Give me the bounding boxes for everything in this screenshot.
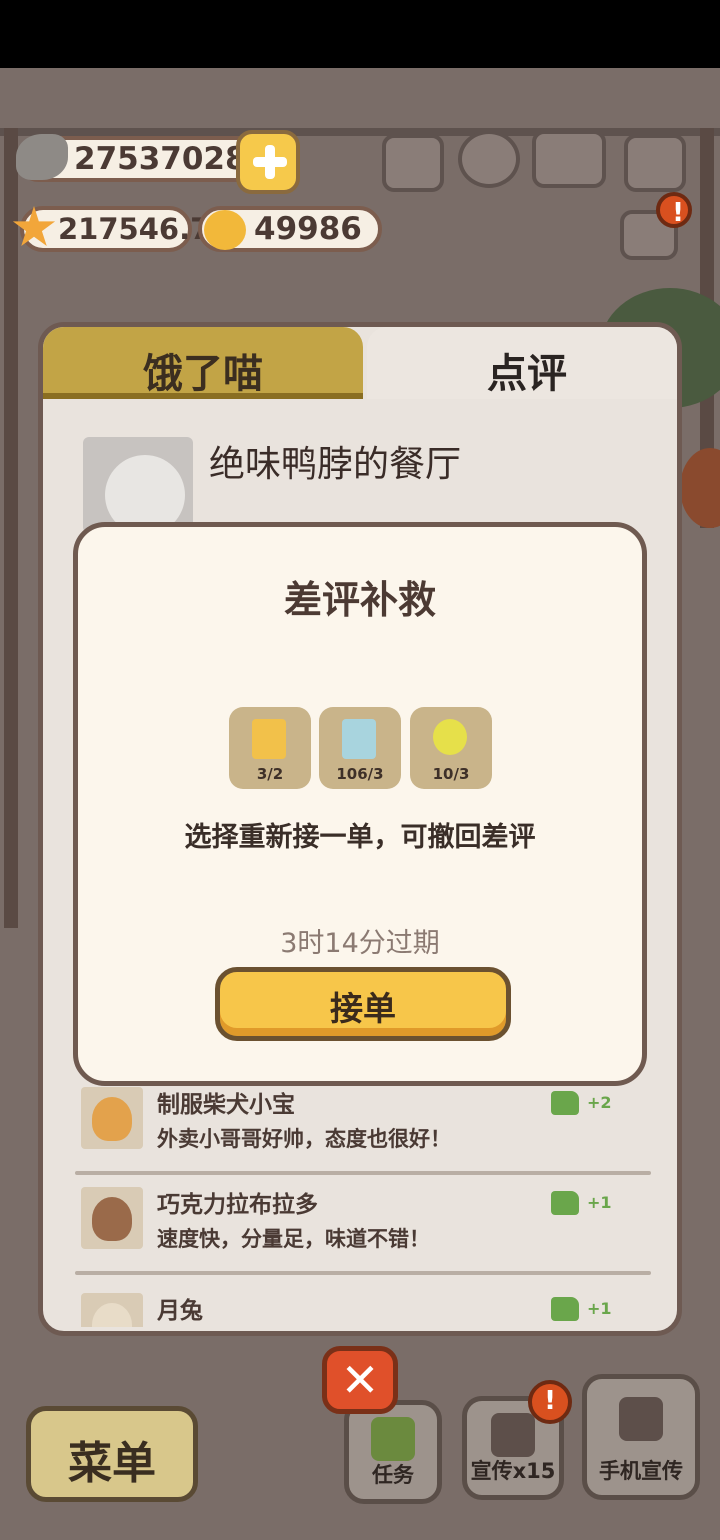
ingredient-slot: 106/3 — [319, 707, 401, 789]
review-divider — [75, 1171, 651, 1175]
dialog-title: 差评补救 — [283, 578, 436, 622]
review-divider — [75, 1271, 651, 1275]
review-text: 速度快，分量足，味道不错！ — [157, 1227, 430, 1251]
labrador-dog-icon — [92, 1197, 132, 1241]
juice-carton-icon — [252, 719, 286, 759]
ingredient-count: 3/2 — [256, 765, 284, 783]
menu-button[interactable]: 菜单 — [26, 1406, 198, 1502]
settings-gear-icon[interactable] — [458, 130, 520, 188]
like-count: +1 — [587, 1299, 612, 1318]
accept-order-button[interactable]: 接单 — [215, 967, 511, 1041]
fish-currency-pill: 275370280 — [16, 134, 268, 182]
thumbs-up-icon[interactable] — [551, 1297, 579, 1321]
restaurant-name: 绝味鸭脖的餐厅 — [209, 444, 462, 485]
promote-label: 宣传x15 — [470, 1459, 556, 1483]
rabbit-icon — [92, 1303, 132, 1327]
tab-review-label: 点评 — [487, 351, 567, 397]
ingredient-slot: 3/2 — [229, 707, 311, 789]
ingredient-count: 106/3 — [336, 765, 384, 783]
reviewer-avatar — [81, 1293, 143, 1327]
pot-decor — [680, 448, 720, 528]
close-icon: ✕ — [340, 1353, 380, 1407]
restaurant-avatar — [83, 437, 193, 533]
ranking-podium-icon[interactable] — [382, 134, 444, 192]
reviewer-avatar — [81, 1087, 143, 1149]
status-bar — [0, 0, 720, 68]
phone-promote-label: 手机宣传 — [599, 1459, 683, 1483]
phone-promo-icon — [619, 1397, 663, 1441]
reviewer-avatar — [81, 1187, 143, 1249]
tasks-button[interactable]: 任务 — [344, 1400, 442, 1504]
promote-alert-badge-icon — [528, 1380, 572, 1424]
review-text: 外卖小哥哥好帅，态度也很好！ — [157, 1127, 451, 1151]
reviewer-name: 巧克力拉布拉多 — [157, 1192, 318, 1218]
add-fish-button[interactable] — [236, 130, 300, 194]
star-currency-pill: 217546.7 — [12, 206, 210, 252]
promo-ticket-icon — [491, 1413, 535, 1457]
checklist-icon — [371, 1417, 415, 1461]
reviewer-name: 制服柴犬小宝 — [157, 1092, 295, 1118]
dialog-description: 选择重新接一单，可撤回差评 — [184, 822, 536, 853]
bad-review-rescue-dialog: 差评补救 3/2 106/3 10/3 选择重新接一单，可撤回差评 3时14分过… — [73, 522, 647, 1086]
star-amount: 217546.7 — [58, 212, 211, 246]
bell-icon — [204, 210, 246, 250]
apple-icon — [433, 719, 467, 755]
review-item: 月兔 +1 — [75, 1293, 651, 1327]
reviewer-name: 月兔 — [157, 1298, 203, 1324]
thumbs-up-icon[interactable] — [551, 1191, 579, 1215]
expire-timer: 3时14分过期 — [280, 928, 440, 959]
tab-review[interactable]: 点评 — [367, 327, 677, 399]
tasks-label: 任务 — [372, 1463, 414, 1487]
bell-amount: 49986 — [254, 211, 362, 247]
ingredient-slot: 10/3 — [410, 707, 492, 789]
thumbs-up-icon[interactable] — [551, 1091, 579, 1115]
like-count: +1 — [587, 1193, 612, 1212]
review-item: 巧克力拉布拉多 速度快，分量足，味道不错！ +1 — [75, 1187, 651, 1291]
tab-hungry-cat[interactable]: 饿了喵 — [43, 327, 363, 399]
close-button[interactable]: ✕ — [322, 1346, 398, 1414]
ingredient-count: 10/3 — [432, 765, 470, 783]
phone-promote-button[interactable]: 手机宣传 — [582, 1374, 700, 1500]
tab-hungry-cat-label: 饿了喵 — [143, 351, 263, 397]
cat-book-icon[interactable] — [532, 130, 606, 188]
like-count: +2 — [587, 1093, 612, 1112]
wooden-post — [4, 128, 18, 928]
review-item: 制服柴犬小宝 外卖小哥哥好帅，态度也很好！ +2 — [75, 1087, 651, 1191]
fish-icon — [16, 134, 68, 180]
menu-label: 菜单 — [68, 1438, 156, 1489]
ceiling-beam — [0, 128, 720, 136]
camera-icon[interactable] — [624, 134, 686, 192]
milk-carton-icon — [342, 719, 376, 759]
accept-order-label: 接单 — [330, 989, 396, 1028]
mail-alert-badge-icon — [656, 192, 696, 228]
shiba-dog-icon — [92, 1097, 132, 1141]
bell-currency-pill: 49986 — [198, 206, 382, 252]
